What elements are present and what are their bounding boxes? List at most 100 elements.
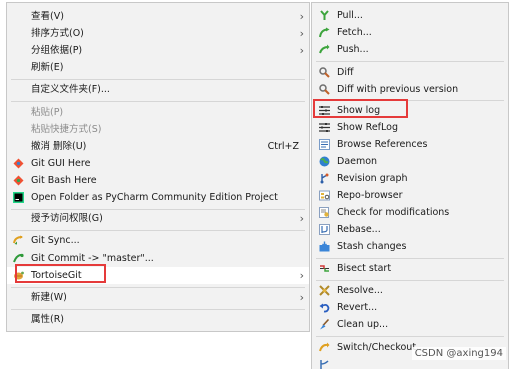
menu-item-git-bash[interactable]: Git Bash Here <box>7 172 309 189</box>
menu-item-label: Git Bash Here <box>31 175 97 186</box>
submenu-item-label: Bisect start <box>337 263 392 274</box>
git-sync-icon <box>13 235 23 245</box>
submenu-arrow-icon: › <box>299 212 304 225</box>
menu-item-sort-by[interactable]: 排序方式(O) › <box>7 25 309 42</box>
submenu-item-label: Rebase... <box>337 224 381 235</box>
menu-item-label: 分组依据(P) <box>31 45 83 56</box>
push-icon <box>319 44 330 54</box>
switch-checkout-icon <box>319 342 330 352</box>
submenu-item-push[interactable]: Push... <box>312 41 508 58</box>
submenu-item-label: Diff <box>337 67 354 78</box>
menu-item-git-sync[interactable]: Git Sync... <box>7 232 309 249</box>
submenu-item-label: Clean up... <box>337 319 389 330</box>
git-gui-icon <box>13 158 24 169</box>
submenu-item-repo-browser[interactable]: Repo-browser <box>312 187 508 204</box>
submenu-arrow-icon: › <box>299 269 304 282</box>
diff-icon <box>319 67 330 78</box>
menu-item-label: 排序方式(O) <box>31 28 84 39</box>
submenu-item-bisect-start[interactable]: Bisect start <box>312 260 508 277</box>
submenu-item-resolve[interactable]: Resolve... <box>312 282 508 299</box>
submenu-item-label: Diff with previous version <box>337 84 459 95</box>
submenu-item-label: Daemon <box>337 156 378 167</box>
pycharm-icon <box>13 192 24 203</box>
menu-item-label: Open Folder as PyCharm Community Edition… <box>31 192 278 203</box>
submenu-item-diff-previous[interactable]: Diff with previous version <box>312 81 508 98</box>
submenu-item-label: Fetch... <box>337 27 372 38</box>
menu-separator <box>11 101 305 102</box>
reflog-icon <box>319 123 330 132</box>
submenu-item-label: Stash changes <box>337 241 407 252</box>
menu-separator <box>11 309 305 310</box>
show-log-highlight-box <box>313 99 408 118</box>
stash-icon <box>319 241 330 252</box>
resolve-icon <box>319 285 330 296</box>
submenu-item-fetch[interactable]: Fetch... <box>312 24 508 41</box>
tortoisegit-highlight-box <box>15 264 106 283</box>
fetch-icon <box>319 27 330 38</box>
watermark: CSDN @axing194 <box>411 347 506 360</box>
menu-item-new[interactable]: 新建(W) › <box>7 289 309 306</box>
menu-item-shortcut: Ctrl+Z <box>267 141 299 152</box>
submenu-item-label: Resolve... <box>337 285 383 296</box>
submenu-item-label: Pull... <box>337 10 363 21</box>
menu-item-label: 刷新(E) <box>31 62 64 73</box>
menu-item-git-gui[interactable]: Git GUI Here <box>7 155 309 172</box>
menu-item-label: 查看(V) <box>31 11 64 22</box>
submenu-item-rebase[interactable]: Rebase... <box>312 221 508 238</box>
submenu-item-label: Repo-browser <box>337 190 403 201</box>
git-commit-icon <box>13 253 24 263</box>
menu-item-refresh[interactable]: 刷新(E) <box>7 59 309 76</box>
submenu-item-daemon[interactable]: Daemon <box>312 153 508 170</box>
menu-separator <box>316 336 504 337</box>
menu-item-properties[interactable]: 属性(R) <box>7 311 309 328</box>
repo-browser-icon <box>319 190 330 201</box>
submenu-item-clean-up[interactable]: Clean up... <box>312 316 508 333</box>
submenu-item-browse-references[interactable]: Browse References <box>312 136 508 153</box>
menu-item-label: 撤消 删除(U) <box>31 141 87 152</box>
menu-item-customize-folder[interactable]: 自定义文件夹(F)... <box>7 81 309 98</box>
menu-separator <box>316 258 504 259</box>
menu-item-label: 新建(W) <box>31 292 67 303</box>
tortoisegit-submenu: Pull... Fetch... Push... Diff Diff with … <box>311 2 509 369</box>
cleanup-icon <box>320 319 330 330</box>
menu-item-label: 自定义文件夹(F)... <box>31 84 110 95</box>
menu-item-undo-delete[interactable]: 撤消 删除(U) Ctrl+Z <box>7 138 309 155</box>
menu-separator <box>11 230 305 231</box>
daemon-icon <box>319 156 330 167</box>
menu-item-open-pycharm[interactable]: Open Folder as PyCharm Community Edition… <box>7 189 309 206</box>
menu-separator <box>11 79 305 80</box>
submenu-arrow-icon: › <box>299 44 304 57</box>
merge-icon <box>320 360 329 369</box>
menu-item-label: 授予访问权限(G) <box>31 213 103 224</box>
menu-item-label: Git Sync... <box>31 235 80 246</box>
submenu-item-revert[interactable]: Revert... <box>312 299 508 316</box>
revert-icon <box>319 303 330 313</box>
pull-icon <box>320 10 329 20</box>
submenu-item-revision-graph[interactable]: Revision graph <box>312 170 508 187</box>
menu-item-label: 属性(R) <box>31 314 65 325</box>
rebase-icon <box>319 224 330 235</box>
git-bash-icon <box>13 175 24 186</box>
revision-graph-icon <box>320 173 329 184</box>
submenu-arrow-icon: › <box>299 291 304 304</box>
menu-item-view[interactable]: 查看(V) › <box>7 8 309 25</box>
submenu-arrow-icon: › <box>299 27 304 40</box>
menu-item-label: 粘贴快捷方式(S) <box>31 124 102 135</box>
submenu-arrow-icon: › <box>299 10 304 23</box>
diff-previous-icon <box>319 84 330 95</box>
menu-item-label: 粘贴(P) <box>31 107 64 118</box>
submenu-item-show-reflog[interactable]: Show RefLog <box>312 119 508 136</box>
submenu-item-diff[interactable]: Diff <box>312 64 508 81</box>
submenu-item-label: Check for modifications <box>337 207 450 218</box>
submenu-item-label: Revision graph <box>337 173 408 184</box>
menu-item-grant-access[interactable]: 授予访问权限(G) › <box>7 210 309 227</box>
menu-separator <box>11 287 305 288</box>
bisect-icon <box>320 265 329 272</box>
submenu-item-pull[interactable]: Pull... <box>312 7 508 24</box>
menu-item-paste[interactable]: 粘贴(P) <box>7 104 309 121</box>
menu-item-paste-shortcut[interactable]: 粘贴快捷方式(S) <box>7 121 309 138</box>
submenu-item-check-modifications[interactable]: Check for modifications <box>312 204 508 221</box>
menu-item-group-by[interactable]: 分组依据(P) › <box>7 42 309 59</box>
browse-references-icon <box>319 139 330 150</box>
submenu-item-stash-changes[interactable]: Stash changes <box>312 238 508 255</box>
